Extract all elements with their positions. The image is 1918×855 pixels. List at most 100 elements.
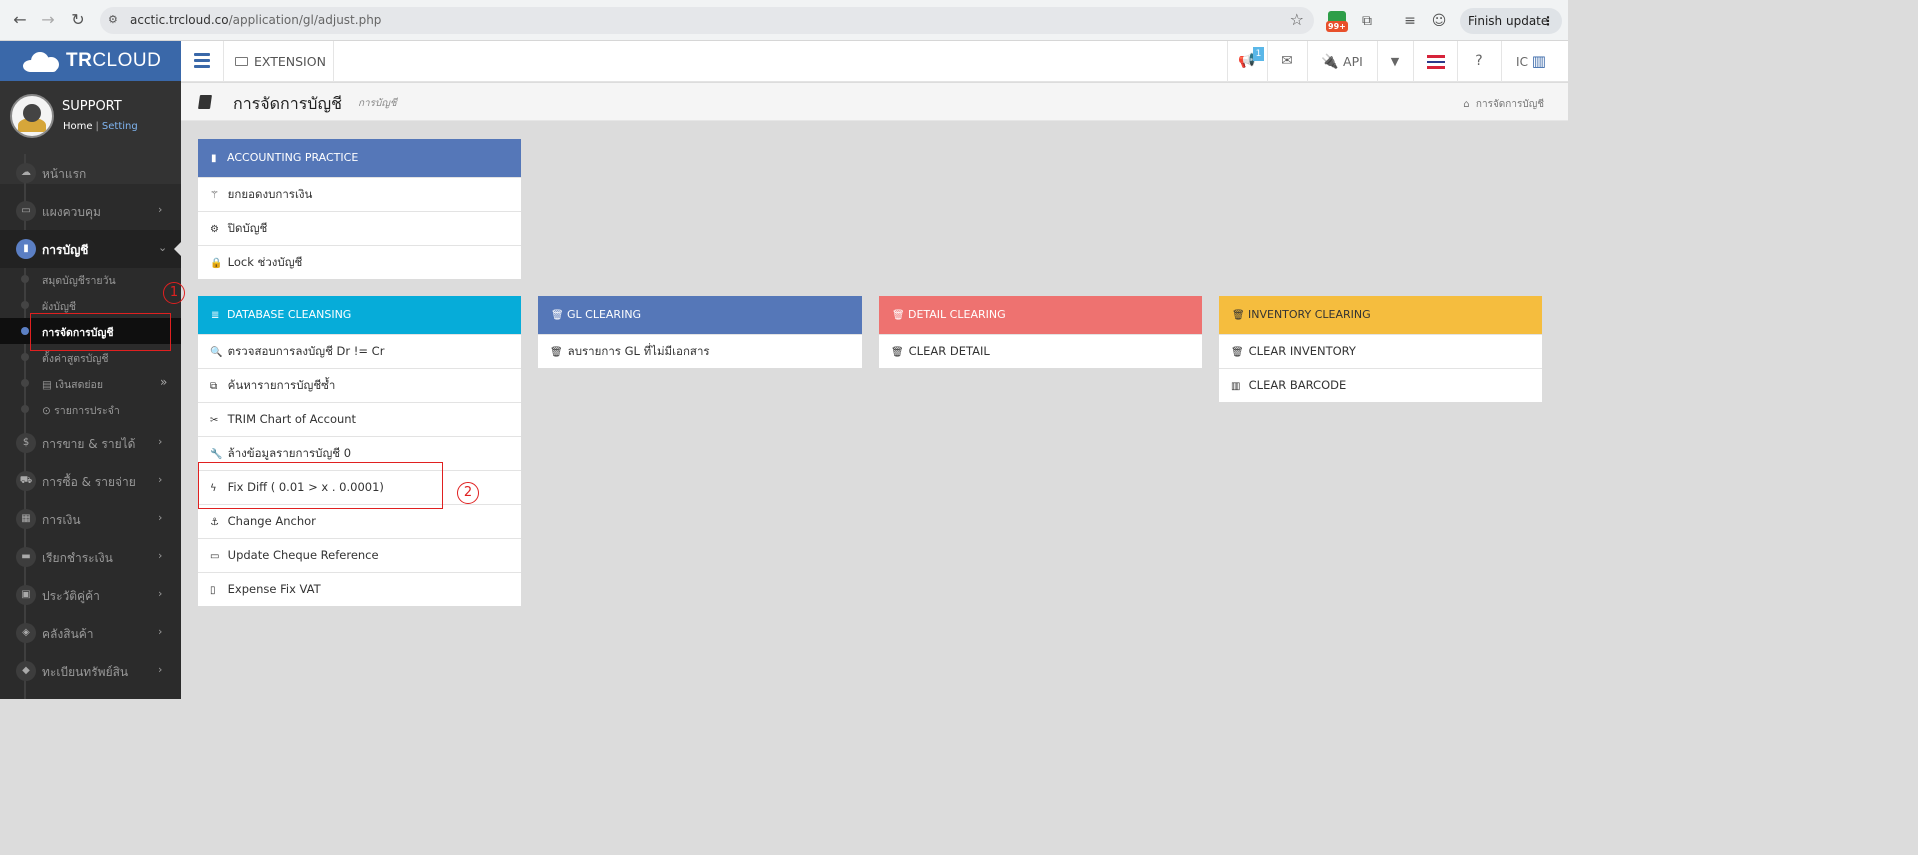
panel-header: ▮ ACCOUNTING PRACTICE xyxy=(198,139,521,177)
page-title: การจัดการบัญชี xyxy=(233,94,342,113)
sidebar-item-dashboard[interactable]: ▭ แผงควบคุม › xyxy=(0,192,181,230)
bookmark-star-icon[interactable]: ☆ xyxy=(1290,10,1304,29)
puzzle-extensions-icon[interactable]: ⧉ xyxy=(1356,10,1378,32)
finish-update-button[interactable]: Finish update ⋮ xyxy=(1460,8,1562,34)
url-text: acctic.trcloud.co/application/gl/adjust.… xyxy=(130,13,382,27)
forward-arrow-icon[interactable]: → xyxy=(36,8,60,32)
book-icon: ▮ xyxy=(211,153,217,164)
active-caret xyxy=(174,242,181,256)
sidebar-item-contacts[interactable]: ▣ ประวัติคู่ค้า › xyxy=(0,576,181,614)
delete-orphan-gl-link[interactable]: 🗑 ลบรายการ GL ที่ไม่มีเอกสาร xyxy=(538,334,862,368)
hamburger-menu-icon[interactable] xyxy=(194,53,210,69)
sidebar-item-sales[interactable]: $ การขาย & รายได้ › xyxy=(0,424,181,462)
annotation-number-2: 2 xyxy=(457,482,479,504)
caret-down-icon[interactable]: ▼ xyxy=(1377,41,1413,82)
extension-badge-icon[interactable]: 99+ xyxy=(1326,10,1348,32)
anchor-icon: ⚓ xyxy=(210,517,219,528)
file-icon: ▯ xyxy=(210,585,216,596)
chevron-right-icon: › xyxy=(158,549,163,562)
avatar[interactable] xyxy=(10,94,54,138)
profile-avatar-icon[interactable]: ☺ xyxy=(1428,10,1450,32)
reading-list-icon[interactable]: ≡ xyxy=(1399,10,1421,32)
sidebar-item-finance[interactable]: ▦ การเงิน › xyxy=(0,500,181,538)
site-settings-icon[interactable]: ⚙ xyxy=(108,13,118,26)
sidebar-item-home[interactable]: ☁ หน้าแรก xyxy=(0,154,181,192)
change-anchor-link[interactable]: ⚓ Change Anchor xyxy=(198,504,521,538)
user-name: SUPPORT xyxy=(62,99,122,114)
page-header: การจัดการบัญชี การบัญชี ⌂ การจัดการบัญชี xyxy=(181,83,1568,121)
page-subtitle: การบัญชี xyxy=(358,98,397,109)
close-books-link[interactable]: ⚙ ปิดบัญชี xyxy=(198,211,521,245)
extension-nav-link[interactable]: EXTENSION xyxy=(235,54,326,69)
panel-database-cleansing: ≣ DATABASE CLEANSING 🔍 ตรวจสอบการลงบัญชี … xyxy=(197,295,522,607)
plug-icon: 🔌 xyxy=(1321,54,1339,70)
clear-detail-link[interactable]: 🗑 CLEAR DETAIL xyxy=(879,334,1202,368)
cloud-icon: ☁ xyxy=(16,163,36,183)
chevron-right-icon: › xyxy=(158,625,163,638)
setting-link[interactable]: Setting xyxy=(102,121,138,132)
diamond-icon: ◆ xyxy=(16,661,36,681)
chevron-right-icon: › xyxy=(158,587,163,600)
brand-logo[interactable]: TRCLOUD xyxy=(0,41,181,81)
sidebar-item-assets[interactable]: ◆ ทะเบียนทรัพย์สิน › xyxy=(0,652,181,690)
card-icon: ▬ xyxy=(16,547,36,567)
expense-fix-vat-link[interactable]: ▯ Expense Fix VAT xyxy=(198,572,521,606)
annotation-box-1 xyxy=(30,313,171,351)
envelope-icon[interactable]: ✉ xyxy=(1267,41,1307,82)
annotation-number-1: 1 xyxy=(163,282,185,304)
check-dr-cr-link[interactable]: 🔍 ตรวจสอบการลงบัญชี Dr != Cr xyxy=(198,334,521,368)
sidebar-item-inventory[interactable]: ◈ คลังสินค้า › xyxy=(0,614,181,652)
panel-header: ≣ DATABASE CLEANSING xyxy=(198,296,521,334)
double-chevron-icon: » xyxy=(160,375,168,389)
book-icon xyxy=(198,95,212,109)
panel-header: 🗑 GL CLEARING xyxy=(538,296,862,334)
barcode-icon: ▥ xyxy=(1231,381,1241,392)
sidebar-sub-journal[interactable]: สมุดบัญชีรายวัน xyxy=(0,266,181,292)
sidebar-item-billing[interactable]: ▬ เรียกชำระเงิน › xyxy=(0,538,181,576)
address-bar[interactable]: ⚙ acctic.trcloud.co/application/gl/adjus… xyxy=(100,7,1314,34)
cubes-icon: ◈ xyxy=(16,623,36,643)
magic-wand-icon: ⚚ xyxy=(210,190,219,201)
thai-flag-icon[interactable] xyxy=(1427,55,1445,69)
trash-icon: 🗑 xyxy=(1232,310,1245,321)
notification-badge: 1 xyxy=(1253,47,1264,61)
home-link[interactable]: Home xyxy=(63,121,93,132)
sidebar-item-purchases[interactable]: ⛟ การซื้อ & รายจ่าย › xyxy=(0,462,181,500)
find-duplicate-link[interactable]: ⧉ ค้นหารายการบัญชีซ้ำ xyxy=(198,368,521,402)
cloud-logo-icon xyxy=(23,52,61,72)
clear-barcode-link[interactable]: ▥ CLEAR BARCODE xyxy=(1219,368,1542,402)
annotation-box-2 xyxy=(198,462,443,509)
api-link[interactable]: 🔌 API xyxy=(1307,41,1377,82)
help-question-icon[interactable]: ? xyxy=(1457,41,1501,82)
extension-count-badge: 99+ xyxy=(1326,21,1348,32)
carry-forward-link[interactable]: ⚚ ยกยอดงบการเงิน xyxy=(198,177,521,211)
chevron-down-icon: ⌄ xyxy=(158,241,168,254)
back-arrow-icon[interactable]: ← xyxy=(8,8,32,32)
chevron-right-icon: › xyxy=(158,473,163,486)
building-icon: ▥ xyxy=(1531,52,1546,70)
monitor-icon: ▭ xyxy=(16,201,36,221)
logo-text: TRCLOUD xyxy=(66,50,162,71)
cart-icon: ⛟ xyxy=(16,471,36,491)
search-icon: 🔍 xyxy=(210,347,223,358)
clock-icon: ⊙ xyxy=(42,405,51,417)
home-icon[interactable]: ⌂ xyxy=(1463,99,1469,110)
scissors-icon: ✂ xyxy=(210,415,219,426)
sidebar-sub-recurring[interactable]: ⊙ รายการประจำ xyxy=(0,396,181,422)
trim-chart-link[interactable]: ✂ TRIM Chart of Account xyxy=(198,402,521,436)
clear-inventory-link[interactable]: 🗑 CLEAR INVENTORY xyxy=(1219,334,1542,368)
gear-icon: ⚙ xyxy=(210,224,219,235)
sidebar-sub-petty-cash[interactable]: ▤ เงินสดย่อย » xyxy=(0,370,181,396)
book-icon: ▮ xyxy=(16,239,36,259)
credit-card-icon: ▭ xyxy=(210,551,220,562)
dollar-icon: $ xyxy=(16,433,36,453)
lock-period-link[interactable]: 🔒 Lock ช่วงบัญชี xyxy=(198,245,521,279)
lock-icon: 🔒 xyxy=(210,258,223,269)
copy-icon: ⧉ xyxy=(210,381,218,392)
sidebar-item-accounting[interactable]: ▮ การบัญชี ⌄ xyxy=(0,230,181,268)
company-switcher[interactable]: IC ▥ xyxy=(1501,41,1561,82)
panel-inventory-clearing: 🗑 INVENTORY CLEARING 🗑 CLEAR INVENTORY ▥ … xyxy=(1218,295,1543,403)
update-cheque-link[interactable]: ▭ Update Cheque Reference xyxy=(198,538,521,572)
reload-icon[interactable]: ↻ xyxy=(66,8,90,32)
kebab-menu-icon[interactable]: ⋮ xyxy=(1542,8,1554,34)
